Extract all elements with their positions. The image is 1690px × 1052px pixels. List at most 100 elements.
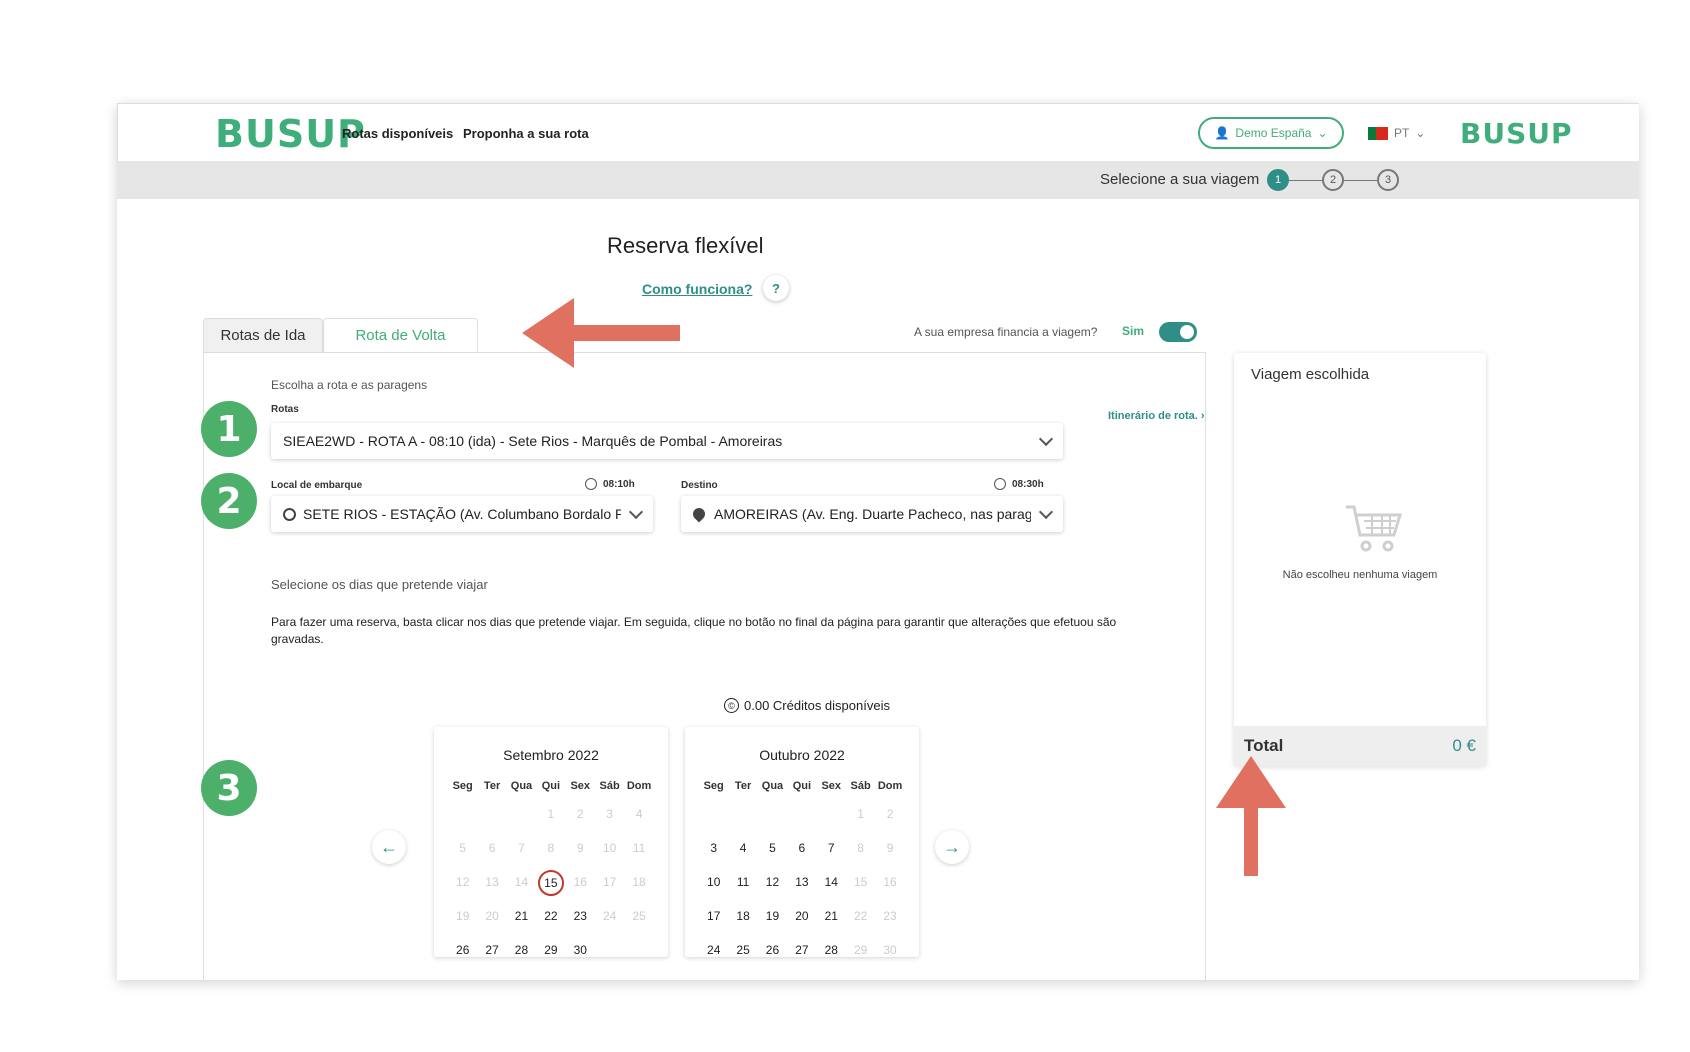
destination-select[interactable]: AMOREIRAS (Av. Eng. Duarte Pacheco, nas … — [681, 496, 1063, 532]
calendar-empty-cell — [817, 797, 846, 831]
calendar-day: 19 — [456, 909, 470, 923]
calendar-day: 6 — [488, 841, 496, 855]
calendar-day[interactable]: 27 — [477, 933, 506, 967]
weekday-label: Qui — [541, 780, 561, 792]
calendar-day: 9 — [886, 841, 894, 855]
itinerary-link[interactable]: Itinerário de rota. › — [1108, 410, 1205, 422]
calendar-grid: Seg Ter Qua Qui Sex Sáb Dom 1 2 3 4 5 6 7 8 9 10 11 12 13 14… — [448, 775, 654, 967]
calendar-empty-cell — [699, 797, 728, 831]
clock-icon — [585, 478, 597, 490]
weekday-label: Ter — [483, 780, 501, 792]
language-selector[interactable]: PT ⌄ — [1368, 126, 1425, 140]
boarding-time-value: 08:10h — [603, 478, 635, 490]
calendar-day: 16 — [883, 875, 897, 889]
calendar-day: 4 — [635, 807, 643, 821]
finance-toggle[interactable] — [1159, 322, 1197, 342]
calendar-day[interactable]: 13 — [787, 865, 816, 899]
calendar-day[interactable]: 7 — [817, 831, 846, 865]
destination-time: 08:30h — [994, 478, 1044, 490]
calendar-empty-cell — [624, 933, 653, 967]
calendar-day: 1 — [547, 807, 555, 821]
boarding-time: 08:10h — [585, 478, 635, 490]
account-button[interactable]: 👤 Demo España ⌄ — [1198, 117, 1344, 149]
calendar-next-button[interactable]: → — [935, 830, 969, 864]
how-it-works-link[interactable]: Como funciona? — [642, 281, 752, 297]
calendar-day[interactable]: 17 — [699, 899, 728, 933]
calendar-day[interactable]: 14 — [817, 865, 846, 899]
calendar-day[interactable]: 24 — [699, 933, 728, 967]
nav-proponha-rota[interactable]: Proponha a sua rota — [463, 126, 589, 141]
weekday-label: Dom — [877, 780, 903, 792]
step-1[interactable]: 1 — [1267, 169, 1289, 191]
top-navbar: BUSUP Rotas disponíveis Proponha a sua r… — [117, 103, 1639, 161]
weekday-label: Sex — [821, 780, 842, 792]
calendar-day: 20 — [485, 909, 499, 923]
calendar-day: 10 — [602, 841, 617, 855]
step-connector — [1289, 180, 1322, 181]
step-connector — [1344, 180, 1377, 181]
calendar-day[interactable]: 27 — [787, 933, 816, 967]
chevron-right-icon: › — [1200, 410, 1205, 422]
calendar-day[interactable]: 28 — [817, 933, 846, 967]
calendar-empty-cell — [507, 797, 536, 831]
calendar-day[interactable]: 10 — [699, 865, 728, 899]
calendar-prev-button[interactable]: ← — [372, 830, 406, 864]
step-2[interactable]: 2 — [1322, 169, 1344, 191]
stepper-label: Selecione a sua viagem — [1100, 171, 1260, 188]
calendar-day[interactable]: 6 — [787, 831, 816, 865]
calendar-day[interactable]: 23 — [566, 899, 595, 933]
calendar-day[interactable]: 21 — [817, 899, 846, 933]
calendar-october: Outubro 2022 Seg Ter Qua Qui Sex Sáb Dom 1 2 3 4 5 6… — [685, 727, 919, 957]
chosen-trip-panel: Viagem escolhida Não escolheu nenhuma vi… — [1234, 353, 1486, 766]
weekday-label: Seg — [703, 780, 724, 792]
calendar-day[interactable]: 18 — [728, 899, 757, 933]
route-select-value: SIEAE2WD - ROTA A - 08:10 (ida) - Sete R… — [283, 433, 783, 449]
calendar-day[interactable]: 21 — [507, 899, 536, 933]
calendar-day[interactable]: 26 — [448, 933, 477, 967]
calendar-day[interactable]: 5 — [758, 831, 787, 865]
step-3[interactable]: 3 — [1377, 169, 1399, 191]
boarding-label: Local de embarque — [271, 480, 363, 491]
calendar-day[interactable]: 25 — [728, 933, 757, 967]
chevron-down-icon — [1038, 504, 1054, 519]
routes-label: Rotas — [271, 404, 299, 415]
calendar-day[interactable]: 20 — [787, 899, 816, 933]
calendar-day[interactable]: 11 — [728, 865, 757, 899]
empty-trip-text: Não escolheu nenhuma viagem — [1282, 569, 1438, 581]
route-panel: Escolha a rota e as paragens Rotas Itine… — [203, 352, 1206, 980]
tab-rota-de-volta[interactable]: Rota de Volta — [323, 318, 478, 352]
annotation-badge-2: 2 — [201, 473, 257, 529]
route-select[interactable]: SIEAE2WD - ROTA A - 08:10 (ida) - Sete R… — [271, 423, 1063, 459]
calendar-day[interactable]: 28 — [507, 933, 536, 967]
destination-time-value: 08:30h — [1012, 478, 1044, 490]
tab-rotas-de-ida[interactable]: Rotas de Ida — [203, 318, 323, 352]
annotation-badge-3: 3 — [201, 760, 257, 816]
calendar-day[interactable]: 12 — [758, 865, 787, 899]
calendar-day[interactable]: 30 — [566, 933, 595, 967]
calendar-day[interactable]: 29 — [536, 933, 565, 967]
chevron-down-icon — [1038, 431, 1054, 446]
chevron-down-icon: ⌄ — [1317, 126, 1328, 140]
calendar-day[interactable]: 26 — [758, 933, 787, 967]
location-pin-icon — [690, 505, 708, 523]
calendar-day: 1 — [857, 807, 864, 821]
itinerary-link-label: Itinerário de rota. — [1108, 410, 1198, 422]
help-icon[interactable]: ? — [763, 275, 789, 301]
destination-label: Destino — [681, 480, 718, 491]
finance-answer: Sim — [1122, 324, 1145, 338]
calendar-day[interactable]: 22 — [536, 899, 565, 933]
chosen-trip-title: Viagem escolhida — [1251, 366, 1370, 383]
app-screenshot: BUSUP Rotas disponíveis Proponha a sua r… — [117, 103, 1639, 980]
weekday-label: Sáb — [850, 780, 871, 792]
calendar-day: 14 — [514, 875, 529, 889]
calendar-day[interactable]: 4 — [728, 831, 757, 865]
calendar-day: 8 — [547, 841, 555, 855]
portugal-flag-icon — [1368, 126, 1388, 140]
calendar-day[interactable]: 19 — [758, 899, 787, 933]
calendar-day: 22 — [853, 909, 868, 923]
calendar-day[interactable]: 3 — [699, 831, 728, 865]
nav-rotas-disponiveis[interactable]: Rotas disponíveis — [342, 126, 453, 141]
boarding-select-value: SETE RIOS - ESTAÇÃO (Av. Columbano Borda… — [303, 506, 621, 522]
boarding-select[interactable]: SETE RIOS - ESTAÇÃO (Av. Columbano Borda… — [271, 496, 653, 532]
annotation-badge-1: 1 — [201, 401, 257, 457]
